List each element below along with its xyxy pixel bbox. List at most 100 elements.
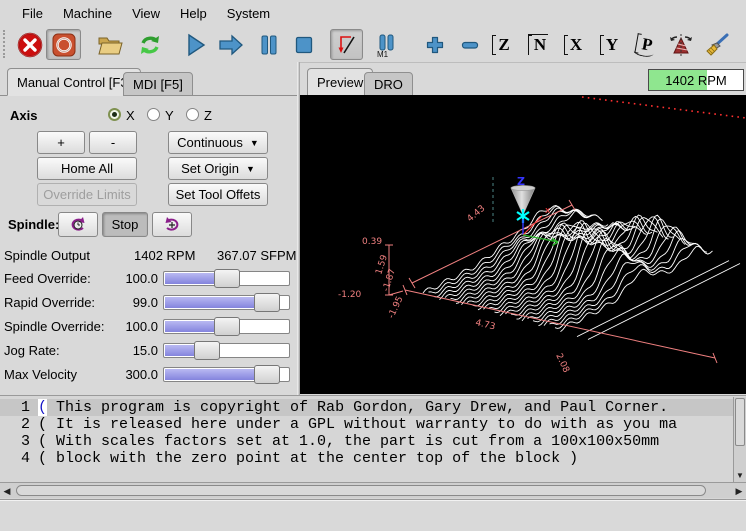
rapid-override-slider[interactable]: [163, 295, 290, 310]
rapid-override-label: Rapid Override:: [4, 295, 95, 310]
pause-button[interactable]: [253, 29, 285, 60]
axis-main-window: File Machine View Help System: [0, 0, 746, 531]
rotate-cone-icon: [667, 32, 695, 58]
machine-power-button[interactable]: [46, 29, 81, 60]
step-button[interactable]: [215, 29, 247, 60]
view-x-button[interactable]: X: [561, 29, 591, 60]
skip-lines-toggle[interactable]: [330, 29, 363, 60]
svg-text:-1.95: -1.95: [387, 295, 406, 320]
reload-icon: [137, 32, 163, 58]
estop-icon: [17, 32, 43, 58]
pause-icon: [259, 34, 279, 56]
stop-program-button[interactable]: [288, 29, 320, 60]
home-all-button[interactable]: Home All: [37, 157, 137, 180]
spindle-output-sfpm: 367.07 SFPM: [217, 248, 297, 263]
svg-text:4.43: 4.43: [466, 204, 488, 225]
spindle-override-label: Spindle Override:: [4, 319, 104, 334]
view-z2-button[interactable]: N: [525, 29, 555, 60]
gcode-text[interactable]: 1( This program is copyright of Rab Gord…: [0, 399, 733, 481]
radio-axis-x[interactable]: [108, 108, 121, 121]
svg-text:0.39: 0.39: [362, 237, 382, 247]
gcode-line[interactable]: 2( It is released here under a GPL witho…: [0, 416, 733, 433]
manual-control-panel: Manual Control [F3] MDI [F5] Axis X Y Z …: [0, 62, 297, 395]
chevron-down-icon: ▼: [250, 138, 259, 148]
spindle-forward-button[interactable]: [152, 212, 192, 237]
letter-n-icon: N: [534, 36, 546, 53]
svg-text:-1.20: -1.20: [338, 290, 362, 300]
slider-handle[interactable]: [214, 269, 240, 288]
skip-slash-icon: [335, 33, 359, 57]
tab-manual-control[interactable]: Manual Control [F3]: [7, 68, 141, 96]
broom-icon: [703, 32, 731, 58]
max-velocity-slider[interactable]: [163, 367, 290, 382]
gcode-vertical-scrollbar[interactable]: ▼: [733, 397, 746, 482]
gcode-listing[interactable]: 1( This program is copyright of Rab Gord…: [0, 395, 746, 500]
reload-button[interactable]: [134, 29, 166, 60]
zoom-in-button[interactable]: [419, 29, 451, 60]
tab-dro[interactable]: DRO: [364, 72, 413, 96]
jog-rate-slider[interactable]: [163, 343, 290, 358]
menu-file[interactable]: File: [12, 2, 53, 25]
chevron-down-icon: ▼: [246, 164, 255, 174]
hscroll-left-arrow[interactable]: ◀: [0, 484, 14, 498]
hscroll-right-arrow[interactable]: ▶: [732, 484, 746, 498]
spindle-output-label: Spindle Output: [4, 248, 90, 263]
x-axis-label: x: [545, 206, 551, 216]
menu-view[interactable]: View: [122, 2, 170, 25]
jog-rate-label: Jog Rate:: [4, 343, 60, 358]
z-axis-label: Z: [517, 175, 525, 188]
hscroll-thumb[interactable]: [16, 485, 706, 496]
feed-override-slider[interactable]: [163, 271, 290, 286]
menu-machine[interactable]: Machine: [53, 2, 122, 25]
slider-handle[interactable]: [254, 293, 280, 312]
gcode-line[interactable]: 4( block with the zero point at the cent…: [0, 450, 733, 467]
gcode-line[interactable]: 3( With scales factors set at 1.0, the p…: [0, 433, 733, 450]
menu-system[interactable]: System: [217, 2, 280, 25]
letter-x-icon: X: [570, 36, 582, 53]
view-z-button[interactable]: Z: [489, 29, 519, 60]
zoom-out-button[interactable]: [454, 29, 486, 60]
spindle-override-slider[interactable]: [163, 319, 290, 334]
rotate-view-button[interactable]: [665, 29, 697, 60]
slider-handle[interactable]: [254, 365, 280, 384]
jog-minus-button[interactable]: -: [89, 131, 137, 154]
vscroll-thumb[interactable]: [735, 398, 745, 446]
m1-pause-icon: M1: [375, 32, 399, 58]
spindle-cw-icon: [162, 216, 182, 234]
dimension-lines: [385, 200, 717, 363]
left-tab-bar: Manual Control [F3] MDI [F5]: [0, 66, 297, 96]
clear-plot-button[interactable]: [701, 29, 733, 60]
axis-label: Axis: [10, 108, 37, 123]
minus-icon: [460, 35, 480, 55]
radio-axis-y[interactable]: [147, 108, 160, 121]
svg-text:2.08: 2.08: [553, 352, 571, 375]
jog-increment-dropdown[interactable]: Continuous▼: [168, 131, 268, 154]
view-y-button[interactable]: Y: [597, 29, 627, 60]
letter-z-icon: Z: [498, 36, 509, 53]
radio-axis-z[interactable]: [186, 108, 199, 121]
optional-pause-toggle[interactable]: M1: [371, 29, 403, 60]
spindle-reverse-button[interactable]: [58, 212, 98, 237]
gcode-line[interactable]: 1( This program is copyright of Rab Gord…: [0, 399, 733, 416]
estop-button[interactable]: [14, 29, 46, 60]
backplot-preview[interactable]: 0.391.59-1.87-1.20-1.954.732.084.43 Z x: [300, 95, 746, 394]
letter-p-icon: P: [640, 35, 653, 54]
jog-plus-button[interactable]: +: [37, 131, 85, 154]
set-origin-dropdown[interactable]: Set Origin▼: [168, 157, 268, 180]
open-file-button[interactable]: [94, 29, 126, 60]
vscroll-down-arrow[interactable]: ▼: [734, 469, 746, 482]
tab-mdi[interactable]: MDI [F5]: [123, 72, 193, 96]
run-button[interactable]: [180, 29, 212, 60]
radio-axis-z-label: Z: [204, 108, 212, 123]
view-p-button[interactable]: P: [632, 29, 662, 60]
gcode-horizontal-scrollbar[interactable]: ◀ ▶: [0, 482, 746, 498]
set-tool-offsets-button[interactable]: Set Tool Offets: [168, 183, 268, 206]
slider-handle[interactable]: [214, 317, 240, 336]
spindle-output-rpm: 1402 RPM: [134, 248, 195, 263]
spindle-stop-button[interactable]: Stop: [102, 212, 148, 237]
max-velocity-label: Max Velocity: [4, 367, 77, 382]
menu-help[interactable]: Help: [170, 2, 217, 25]
dimension-labels: 0.391.59-1.87-1.20-1.954.732.084.43: [338, 204, 571, 375]
toolbar-grip[interactable]: [3, 30, 8, 58]
slider-handle[interactable]: [194, 341, 220, 360]
